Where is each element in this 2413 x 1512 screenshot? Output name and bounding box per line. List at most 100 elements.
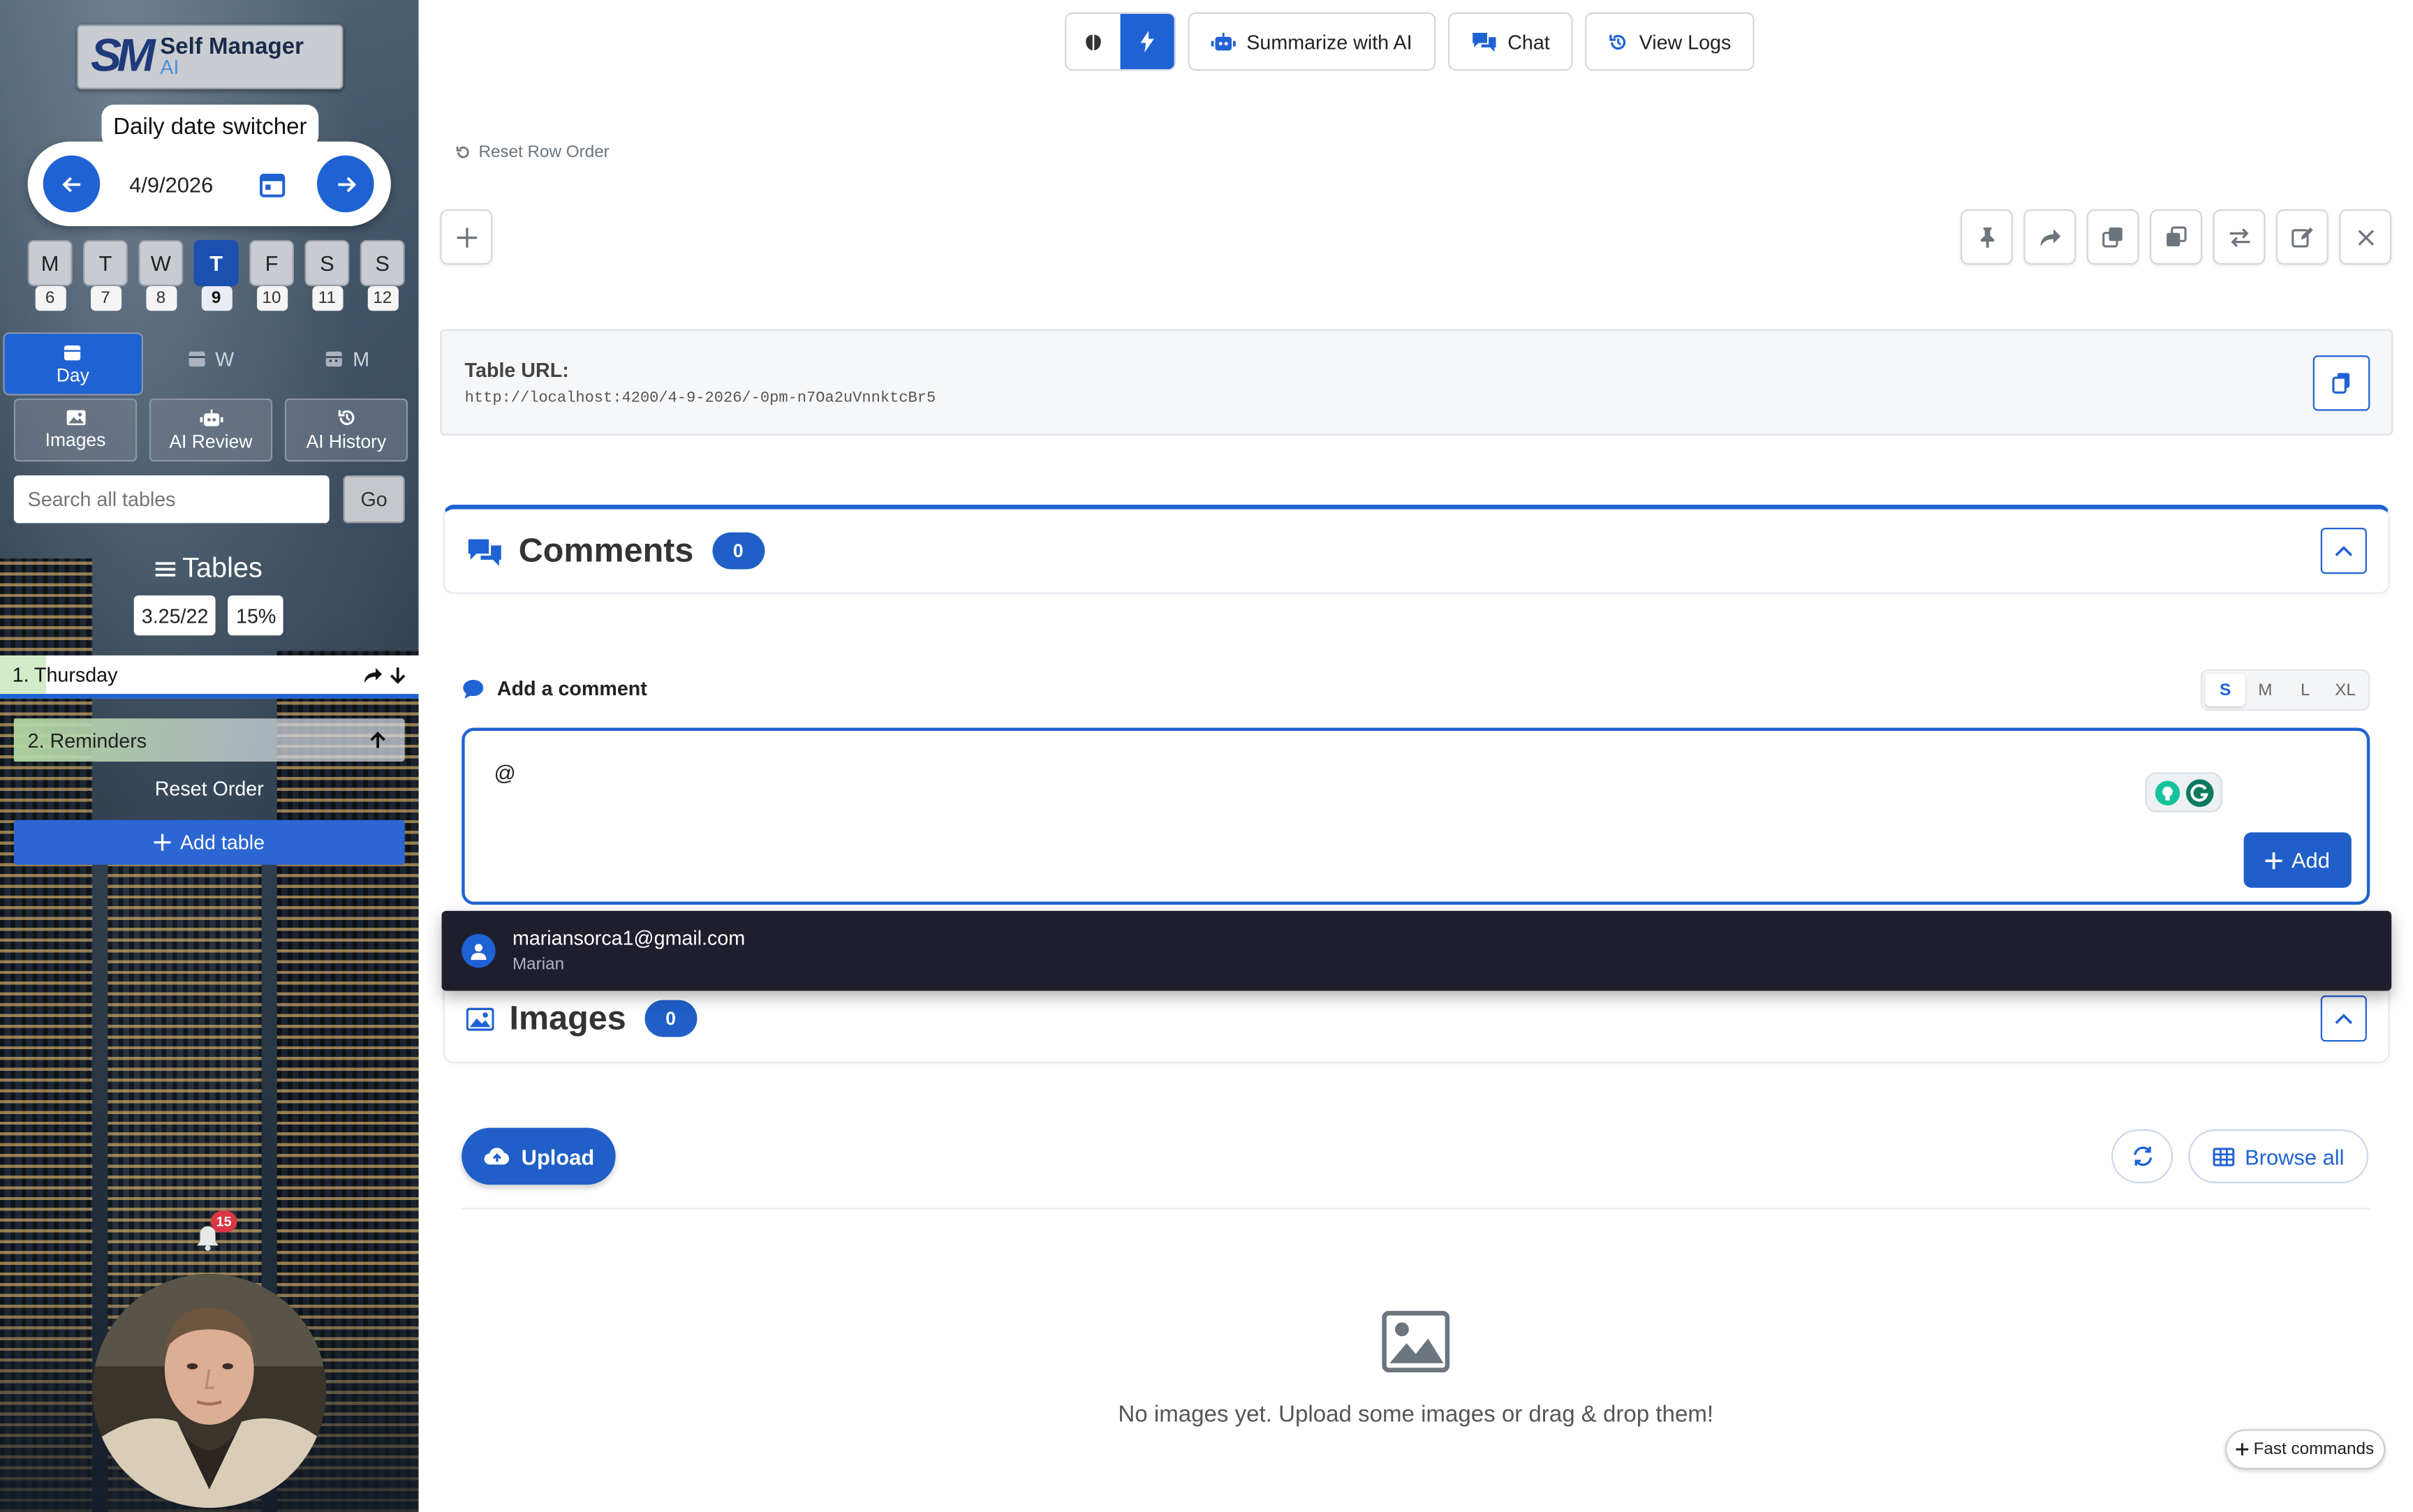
history-icon [337,410,354,425]
tab-week[interactable]: W [142,332,279,385]
day-button[interactable]: T7 [83,239,128,311]
bolt-icon[interactable] [1120,13,1174,70]
image-placeholder-icon [1382,1310,1450,1373]
share-icon[interactable] [363,665,383,683]
copy-icon [2332,373,2350,394]
date-switcher: 4/9/2026 [27,141,391,226]
day-button[interactable]: W8 [138,239,184,311]
size-option-s[interactable]: S [2205,674,2245,706]
size-option-xl[interactable]: XL [2325,674,2365,706]
user-avatar[interactable] [92,1273,327,1508]
day-button[interactable]: M6 [27,239,73,311]
chat-button[interactable]: Chat [1447,12,1573,71]
collapse-comments-button[interactable] [2320,527,2367,575]
day-button-selected[interactable]: T9 [193,239,239,311]
day-letter: S [320,251,334,276]
tab-label: Day [56,364,89,386]
summarize-with-ai-button[interactable]: Summarize with AI [1188,12,1436,71]
browse-all-button[interactable]: Browse all [2188,1129,2369,1183]
add-table-button[interactable]: Add table [13,820,405,865]
day-number: 8 [145,286,177,311]
image-icon [66,410,85,426]
arrow-left-icon [61,176,80,192]
day-number: 11 [311,286,343,311]
view-logs-button[interactable]: View Logs [1585,12,1755,71]
grammarly-icon [2185,778,2213,806]
app-logo[interactable]: SM Self Manager AI [77,24,344,89]
calendar-month-icon [326,351,343,367]
tab-day[interactable]: Day [3,332,143,396]
brain-icon[interactable] [1066,14,1120,69]
sidebar-actions: Images AI Review AI History [13,398,408,462]
table-item-reminders[interactable]: 2. Reminders [13,718,405,762]
ai-history-button[interactable]: AI History [284,398,408,462]
share-icon[interactable] [2023,209,2076,265]
current-date[interactable]: 4/9/2026 [129,172,225,196]
browse-all-label: Browse all [2245,1143,2345,1169]
plus-icon [154,833,171,851]
table-item-thursday[interactable]: 1. Thursday [0,655,419,699]
comments-count-badge: 0 [711,532,765,570]
day-button[interactable]: S 12 [360,239,405,311]
plus-icon [456,227,477,247]
reset-order-button[interactable]: Reset Order [0,777,419,800]
search-all-tables-input[interactable] [13,475,330,524]
completion-percent: 15% [228,595,284,636]
collapse-images-button[interactable] [2320,995,2367,1042]
empty-images-message: No images yet. Upload some images or dra… [1118,1401,1714,1428]
arrow-up-icon[interactable] [369,731,386,749]
day-letter: T [98,251,112,276]
logo-title: Self Manager [160,34,304,60]
pin-icon[interactable] [1960,209,2013,265]
calendar-week-icon [189,351,205,367]
add-row-button[interactable] [440,209,493,265]
ai-review-button[interactable]: AI Review [149,398,273,462]
robot-icon [199,408,223,426]
grammarly-widget[interactable] [2145,772,2222,813]
table-item-label: 1. Thursday [12,662,118,687]
day-number: 12 [367,286,398,311]
table-url-value[interactable]: http://localhost:4200/4-9-2026/-0pm-n7Oa… [465,391,936,408]
refresh-images-button[interactable] [2111,1129,2174,1183]
chevron-up-icon [2335,546,2353,556]
images-label: Images [45,429,106,451]
swap-icon[interactable] [2213,209,2266,265]
add-table-label: Add table [179,831,265,854]
arrow-down-icon[interactable] [390,665,406,683]
add-comment-button[interactable]: Add [2243,832,2352,888]
add-comment-label: Add a comment [496,676,647,700]
ai-review-label: AI Review [169,430,253,452]
robot-icon [1211,31,1236,50]
date-switcher-label: Daily date switcher [101,104,319,148]
fast-commands-button[interactable]: Fast commands [2225,1429,2386,1469]
copy-url-button[interactable] [2312,355,2370,411]
week-day-strip: M6 T7 W8 T9 F 10 S 11 S 12 [27,239,405,311]
day-letter: M [40,251,59,276]
undo-icon [456,146,469,158]
image-icon [466,1007,494,1030]
mention-suggestion[interactable]: mariansorca1@gmail.com Marian [441,910,2392,991]
next-day-button[interactable] [317,155,374,213]
upload-label: Upload [521,1143,595,1169]
search-go-button[interactable]: Go [343,475,405,524]
upload-button[interactable]: Upload [462,1127,616,1185]
size-option-l[interactable]: L [2285,674,2325,706]
day-button[interactable]: F 10 [249,239,294,311]
tab-month[interactable]: M [279,332,415,385]
plus-icon [2236,1443,2249,1456]
chat-label: Chat [1507,29,1550,54]
close-icon[interactable] [2339,209,2392,265]
images-button[interactable]: Images [13,398,138,462]
edit-icon[interactable] [2275,209,2329,265]
comment-textarea[interactable]: @ Add [462,727,2370,905]
duplicate-icon[interactable] [2150,209,2203,265]
reset-row-order-button[interactable]: Reset Row Order [455,143,610,161]
size-option-m[interactable]: M [2245,674,2285,706]
calendar-icon[interactable] [258,170,286,198]
previous-day-button[interactable] [43,155,101,213]
comments-title: Comments [518,531,694,570]
day-button[interactable]: S 11 [304,239,350,311]
clone-icon[interactable] [2086,209,2139,265]
sidebar: SM Self Manager AI 4/9/2026 Daily date s… [0,0,419,1512]
mention-email: mariansorca1@gmail.com [512,926,746,949]
